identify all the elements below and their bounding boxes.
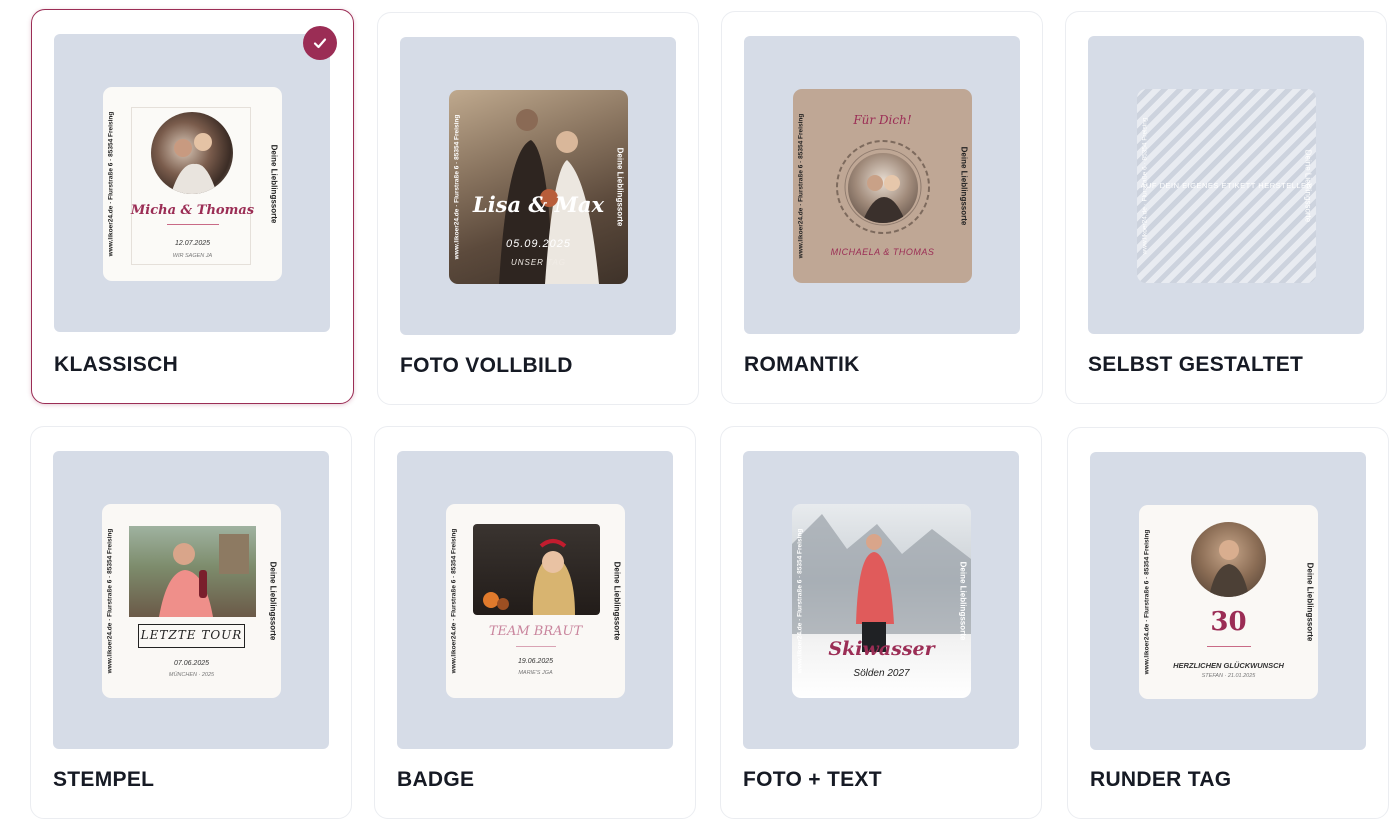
divider: [516, 646, 556, 647]
label-sheet: www.likoer24.de · Flurstraße 6 · 85354 F…: [449, 90, 628, 284]
template-label: FOTO + TEXT: [743, 768, 882, 791]
title-text: TEAM BRAUT: [488, 624, 583, 639]
sidebar-left-text: www.likoer24.de · Flurstraße 6 · 85354 F…: [107, 111, 115, 257]
template-label: FOTO VOLLBILD: [400, 354, 573, 377]
template-card-foto-text[interactable]: www.likoer24.de · Flurstraße 6 · 85354 F…: [720, 426, 1042, 819]
selected-checkmark-icon: [303, 26, 337, 60]
template-label: STEMPEL: [53, 768, 155, 791]
date-text: 12.07.2025: [174, 240, 211, 247]
names-text: Micha & Thomas: [130, 203, 255, 218]
label-sheet: www.likoer24.de · Flurstraße 6 · 85354 F…: [102, 504, 281, 698]
subtitle-text: WIR SAGEN JA: [172, 253, 213, 259]
person-photo: [1191, 522, 1266, 597]
title-text: HERZLICHEN GLÜCKWUNSCH: [1173, 661, 1284, 670]
date-text: 07.06.2025: [173, 660, 210, 667]
center-text: AUF DEIN EIGENES ETIKETT HERSTELLEN: [1140, 181, 1313, 190]
subtitle-text: Sölden 2027: [853, 668, 910, 679]
label-sheet: www.likoer24.de · Flurstraße 6 · 85354 F…: [1139, 505, 1318, 699]
template-card-romantik[interactable]: www.likoer24.de · Flurstraße 6 · 85354 F…: [721, 11, 1043, 404]
template-card-klassisch[interactable]: www.likoer24.de · Flurstraße 6 · 85354 F…: [31, 9, 354, 404]
sidebar-right-text: Deine Lieblingssorte: [269, 144, 279, 224]
template-preview: www.likoer24.de · Flurstraße 6 · 85354 F…: [744, 36, 1020, 334]
sidebar-right-text: Deine Lieblingssorte: [612, 561, 622, 641]
number-text: 30: [1210, 607, 1247, 637]
couple-photo: [848, 153, 918, 223]
label-sheet: www.likoer24.de · Flurstraße 6 · 85354 F…: [793, 89, 972, 283]
template-card-badge[interactable]: www.likoer24.de · Flurstraße 6 · 85354 F…: [374, 426, 696, 819]
label-sheet: www.likoer24.de · Flurstraße 6 · 85354 F…: [103, 87, 282, 281]
sidebar-left-text: www.likoer24.de · Flurstraße 6 · 85354 F…: [453, 114, 461, 260]
template-label: RUNDER TAG: [1090, 768, 1232, 791]
template-label: KLASSISCH: [54, 353, 179, 376]
template-card-foto-vollbild[interactable]: www.likoer24.de · Flurstraße 6 · 85354 F…: [377, 12, 699, 405]
title-text: Skiwasser: [828, 638, 935, 660]
template-card-runder-tag[interactable]: www.likoer24.de · Flurstraße 6 · 85354 F…: [1067, 427, 1389, 819]
template-label: BADGE: [397, 768, 475, 791]
names-text: Lisa & Max: [472, 192, 605, 217]
label-sheet: www.likoer24.de · Flurstraße 6 · 85354 F…: [1137, 89, 1316, 283]
subtitle-text: MÜNCHEN · 2025: [168, 672, 215, 678]
label-sheet: www.likoer24.de · Flurstraße 6 · 85354 F…: [446, 504, 625, 698]
subtitle-text: MARIE'S JGA: [518, 670, 553, 676]
template-preview: www.likoer24.de · Flurstraße 6 · 85354 F…: [54, 34, 330, 332]
template-preview: www.likoer24.de · Flurstraße 6 · 85354 F…: [1088, 36, 1364, 334]
names-text: MICHAELA & THOMAS: [830, 247, 935, 257]
template-preview: www.likoer24.de · Flurstraße 6 · 85354 F…: [400, 37, 676, 335]
stamp-text: LETZTE TOUR: [140, 628, 243, 642]
date-text: 05.09.2025: [505, 238, 572, 250]
template-card-stempel[interactable]: www.likoer24.de · Flurstraße 6 · 85354 F…: [30, 426, 352, 819]
person-photo: [129, 526, 256, 617]
template-preview: www.likoer24.de · Flurstraße 6 · 85354 F…: [1090, 452, 1366, 750]
subtitle-text: STEFAN · 21.01.2025: [1201, 673, 1256, 679]
sidebar-right-text: Deine Lieblingssorte: [958, 561, 968, 641]
sidebar-left-text: www.likoer24.de · Flurstraße 6 · 85354 F…: [796, 528, 804, 674]
sidebar-right-text: Deine Lieblingssorte: [615, 147, 625, 227]
subtitle-text: UNSER TAG: [510, 258, 567, 267]
template-preview: www.likoer24.de · Flurstraße 6 · 85354 F…: [53, 451, 329, 749]
date-text: 19.06.2025: [517, 658, 554, 665]
divider: [167, 224, 219, 225]
template-label: ROMANTIK: [744, 353, 860, 376]
person-photo: [473, 524, 600, 615]
template-preview: www.likoer24.de · Flurstraße 6 · 85354 F…: [743, 451, 1019, 749]
couple-photo: [151, 112, 233, 194]
template-label: SELBST GESTALTET: [1088, 353, 1304, 376]
label-sheet: www.likoer24.de · Flurstraße 6 · 85354 F…: [792, 504, 971, 698]
sidebar-left-text: www.likoer24.de · Flurstraße 6 · 85354 F…: [450, 528, 458, 674]
divider: [1207, 646, 1251, 647]
template-preview: www.likoer24.de · Flurstraße 6 · 85354 F…: [397, 451, 673, 749]
template-card-selbst-gestaltet[interactable]: www.likoer24.de · Flurstraße 6 · 85354 F…: [1065, 11, 1387, 404]
